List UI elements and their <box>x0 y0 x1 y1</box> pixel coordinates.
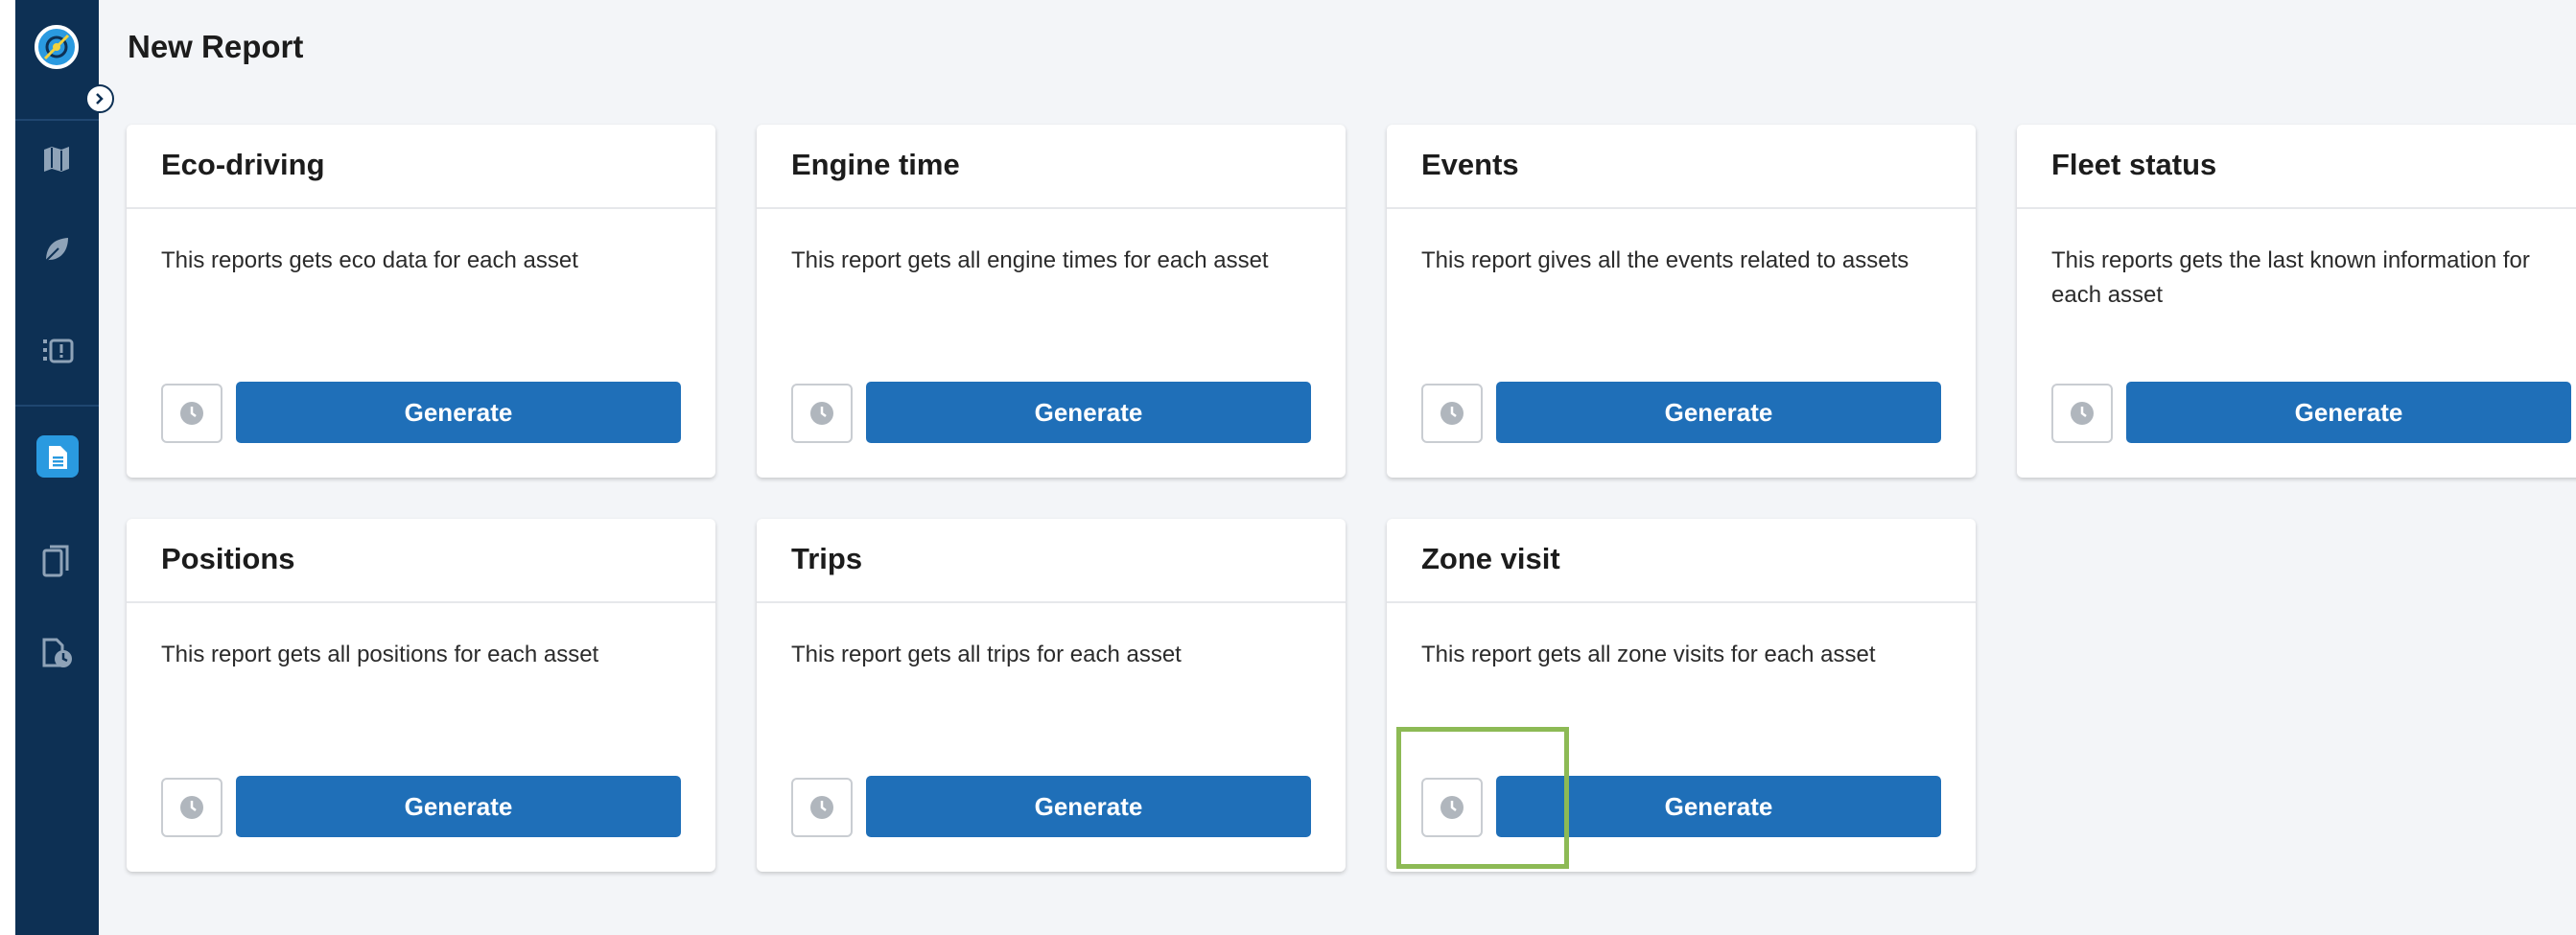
card-description: This report gets all positions for each … <box>161 642 599 667</box>
schedule-button[interactable] <box>2051 384 2113 443</box>
sidebar-item-map[interactable] <box>15 130 99 188</box>
scheduled-report-icon <box>42 638 72 667</box>
card-title: Engine time <box>791 148 960 181</box>
clock-icon <box>180 796 203 819</box>
generate-button[interactable]: Generate <box>236 382 681 443</box>
card-divider <box>127 207 715 209</box>
clock-icon <box>810 402 833 425</box>
leaf-icon <box>45 238 68 262</box>
card-divider <box>1387 601 1976 603</box>
card-divider <box>127 601 715 603</box>
card-title: Zone visit <box>1421 542 1560 575</box>
generate-button[interactable]: Generate <box>866 776 1311 837</box>
map-icon <box>44 147 69 172</box>
sidebar <box>15 0 114 935</box>
report-card-engine-time: Engine time This report gets all engine … <box>757 125 1346 478</box>
sidebar-divider <box>15 119 99 121</box>
card-description: This report gets all engine times for ea… <box>791 247 1269 273</box>
card-divider <box>757 207 1346 209</box>
chevron-right-icon <box>96 93 104 105</box>
left-edge <box>0 0 15 935</box>
card-title: Fleet status <box>2051 148 2217 181</box>
card-divider <box>1387 207 1976 209</box>
report-card-fleet-status: Fleet status This reports gets the last … <box>2017 125 2576 478</box>
clock-icon <box>1440 402 1464 425</box>
generate-button[interactable]: Generate <box>1496 776 1941 837</box>
card-description: This reports gets the last known informa… <box>2051 247 2530 308</box>
sidebar-divider <box>15 405 99 407</box>
card-description: This report gets all trips for each asse… <box>791 642 1182 667</box>
compass-logo-icon <box>43 34 70 60</box>
clock-icon <box>180 402 203 425</box>
generate-button[interactable]: Generate <box>1496 382 1941 443</box>
card-title: Eco-driving <box>161 148 325 181</box>
report-card-zone-visit: Zone visit This report gets all zone vis… <box>1387 519 1976 872</box>
generate-button[interactable]: Generate <box>236 776 681 837</box>
card-title: Events <box>1421 148 1519 181</box>
card-description: This reports gets eco data for each asse… <box>161 247 578 273</box>
card-title: Positions <box>161 542 295 575</box>
card-title: Trips <box>791 542 863 575</box>
schedule-button[interactable] <box>1421 384 1483 443</box>
schedule-button[interactable] <box>161 778 222 837</box>
schedule-button[interactable] <box>1421 778 1483 837</box>
sidebar-item-eco[interactable] <box>15 221 99 278</box>
schedule-button[interactable] <box>161 384 222 443</box>
card-divider <box>2017 207 2576 209</box>
report-card-trips: Trips This report gets all trips for eac… <box>757 519 1346 872</box>
sidebar-item-new-report[interactable] <box>15 428 99 485</box>
schedule-button[interactable] <box>791 384 853 443</box>
sidebar-item-scheduled-reports[interactable] <box>15 623 99 681</box>
alert-list-icon <box>43 339 74 363</box>
expand-sidebar-button[interactable] <box>85 84 114 113</box>
report-card-eco-driving: Eco-driving This reports gets eco data f… <box>127 125 715 478</box>
card-divider <box>757 601 1346 603</box>
report-card-positions: Positions This report gets all positions… <box>127 519 715 872</box>
schedule-button[interactable] <box>791 778 853 837</box>
card-description: This report gives all the events related… <box>1421 247 1909 273</box>
clock-icon <box>2071 402 2094 425</box>
app-logo[interactable] <box>35 25 79 69</box>
sidebar-item-alerts[interactable] <box>15 322 99 380</box>
generate-button[interactable]: Generate <box>2126 382 2571 443</box>
clock-icon <box>1440 796 1464 819</box>
page-title: New Report <box>128 29 304 64</box>
documents-icon <box>42 545 69 577</box>
report-icon <box>49 446 67 469</box>
clock-icon <box>810 796 833 819</box>
sidebar-item-reports[interactable] <box>15 531 99 589</box>
generate-button[interactable]: Generate <box>866 382 1311 443</box>
report-card-events: Events This report gives all the events … <box>1387 125 1976 478</box>
card-description: This report gets all zone visits for eac… <box>1421 642 1876 667</box>
